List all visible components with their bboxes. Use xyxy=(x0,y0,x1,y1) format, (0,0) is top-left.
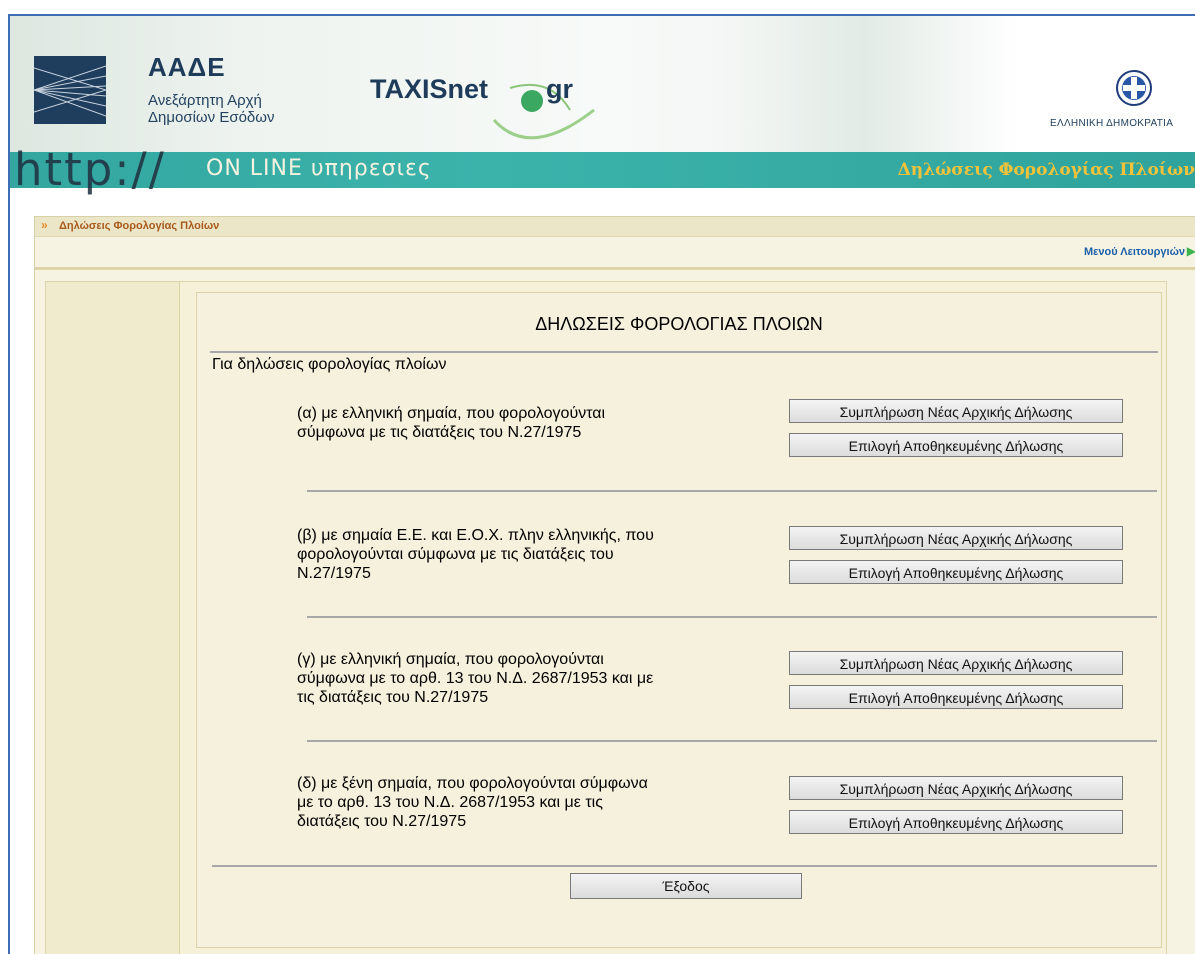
saved-declaration-button-b[interactable]: Επιλογή Αποθηκευμένης Δήλωσης xyxy=(789,560,1123,584)
item-line: (β) με σημαία Ε.Ε. και Ε.Ο.Χ. πλην ελλην… xyxy=(297,527,654,544)
item-line: με το αρθ. 13 του Ν.Δ. 2687/1953 και με … xyxy=(297,794,603,811)
new-declaration-button-a[interactable]: Συμπλήρωση Νέας Αρχικής Δήλωσης xyxy=(789,399,1123,423)
http-decoration: http:// xyxy=(14,143,166,196)
item-line: διατάξεις του Ν.27/1975 xyxy=(297,813,467,830)
left-column xyxy=(46,282,180,954)
item-line: σύμφωνα με τις διατάξεις του Ν.27/1975 xyxy=(297,424,582,441)
declarations-panel: ΔΗΛΩΣΕΙΣ ΦΟΡΟΛΟΓΙΑΣ ΠΛΟΙΩΝ Για δηλώσεις … xyxy=(196,292,1162,948)
declaration-item-d-text: (δ) με ξένη σημαία, που φορολογούνται σύ… xyxy=(297,774,787,831)
org-name: Ανεξάρτητη Αρχή Δημοσίων Εσόδων xyxy=(148,92,274,126)
breadcrumb-item[interactable]: Δηλώσεις Φορολογίας Πλοίων xyxy=(59,220,219,232)
divider xyxy=(210,351,1158,353)
org-name-line2: Δημοσίων Εσόδων xyxy=(148,109,275,126)
taxisnet-name: TAXISnet xyxy=(370,74,489,104)
divider xyxy=(212,865,1157,867)
new-declaration-button-d[interactable]: Συμπλήρωση Νέας Αρχικής Δήλωσης xyxy=(789,776,1123,800)
page-title: ΔΗΛΩΣΕΙΣ ΦΟΡΟΛΟΓΙΑΣ ΠΛΟΙΩΝ xyxy=(535,314,823,334)
arrow-right-icon[interactable]: ▶ xyxy=(1187,244,1195,258)
section-title: Δηλώσεις Φορολογίας Πλοίων xyxy=(897,160,1195,180)
inner-panel: ΔΗΛΩΣΕΙΣ ΦΟΡΟΛΟΓΙΑΣ ΠΛΟΙΩΝ Για δηλώσεις … xyxy=(45,281,1167,954)
item-line: (γ) με ελληνική σημαία, που φορολογούντα… xyxy=(297,651,604,668)
online-services-label: ON LINE υπηρεσιες xyxy=(206,156,432,181)
saved-declaration-button-a[interactable]: Επιλογή Αποθηκευμένης Δήλωσης xyxy=(789,433,1123,457)
item-line: τις διατάξεις του Ν.27/1975 xyxy=(297,689,489,706)
divider xyxy=(307,490,1157,492)
item-line: Ν.27/1975 xyxy=(297,565,371,582)
divider xyxy=(307,740,1157,742)
item-line: σύμφωνα με το αρθ. 13 του Ν.Δ. 2687/1953… xyxy=(297,670,654,687)
org-name-line1: Ανεξάρτητη Αρχή xyxy=(148,92,262,109)
intro-text: Για δηλώσεις φορολογίας πλοίων xyxy=(212,356,447,373)
declaration-item-a-text: (α) με ελληνική σημαία, που φορολογούντα… xyxy=(297,404,787,442)
taxisnet-swoosh-icon xyxy=(492,83,595,140)
breadcrumb: » Δηλώσεις Φορολογίας Πλοίων xyxy=(35,217,1195,237)
item-line: φορολογούνται σύμφωνα με τις διατάξεις τ… xyxy=(297,546,614,563)
browser-frame: ΑΑΔΕ Ανεξάρτητη Αρχή Δημοσίων Εσόδων TAX… xyxy=(8,14,1195,954)
saved-declaration-button-d[interactable]: Επιλογή Αποθηκευμένης Δήλωσης xyxy=(789,810,1123,834)
chevron-double-right-icon: » xyxy=(41,218,48,232)
declaration-item-c-text: (γ) με ελληνική σημαία, που φορολογούντα… xyxy=(297,650,787,707)
new-declaration-button-b[interactable]: Συμπλήρωση Νέας Αρχικής Δήλωσης xyxy=(789,526,1123,550)
taxisnet-suffix: gr xyxy=(546,74,573,104)
taxisnet-dot-icon xyxy=(521,90,543,112)
content-area: » Δηλώσεις Φορολογίας Πλοίων Μενού Λειτο… xyxy=(34,216,1195,954)
greek-emblem-icon xyxy=(1114,68,1154,108)
divider xyxy=(307,616,1157,618)
org-acronym: ΑΑΔΕ xyxy=(148,52,226,82)
declaration-item-b-text: (β) με σημαία Ε.Ε. και Ε.Ο.Χ. πλην ελλην… xyxy=(297,526,787,583)
taxisnet-logo: TAXISnet gr xyxy=(370,74,600,144)
site-header: ΑΑΔΕ Ανεξάρτητη Αρχή Δημοσίων Εσόδων TAX… xyxy=(10,16,1195,152)
exit-button[interactable]: Έξοδος xyxy=(570,873,802,899)
item-line: (α) με ελληνική σημαία, που φορολογούντα… xyxy=(297,405,606,422)
gov-label: ΕΛΛΗΝΙΚΗ ΔΗΜΟΚΡΑΤΙΑ xyxy=(1050,118,1174,129)
new-declaration-button-c[interactable]: Συμπλήρωση Νέας Αρχικής Δήλωσης xyxy=(789,651,1123,675)
divider xyxy=(35,267,1195,270)
item-line: (δ) με ξένη σημαία, που φορολογούνται σύ… xyxy=(297,775,648,792)
saved-declaration-button-c[interactable]: Επιλογή Αποθηκευμένης Δήλωσης xyxy=(789,685,1123,709)
functions-menu-link[interactable]: Μενού Λειτουργιών xyxy=(1084,246,1185,258)
aade-logo-icon xyxy=(34,56,106,124)
